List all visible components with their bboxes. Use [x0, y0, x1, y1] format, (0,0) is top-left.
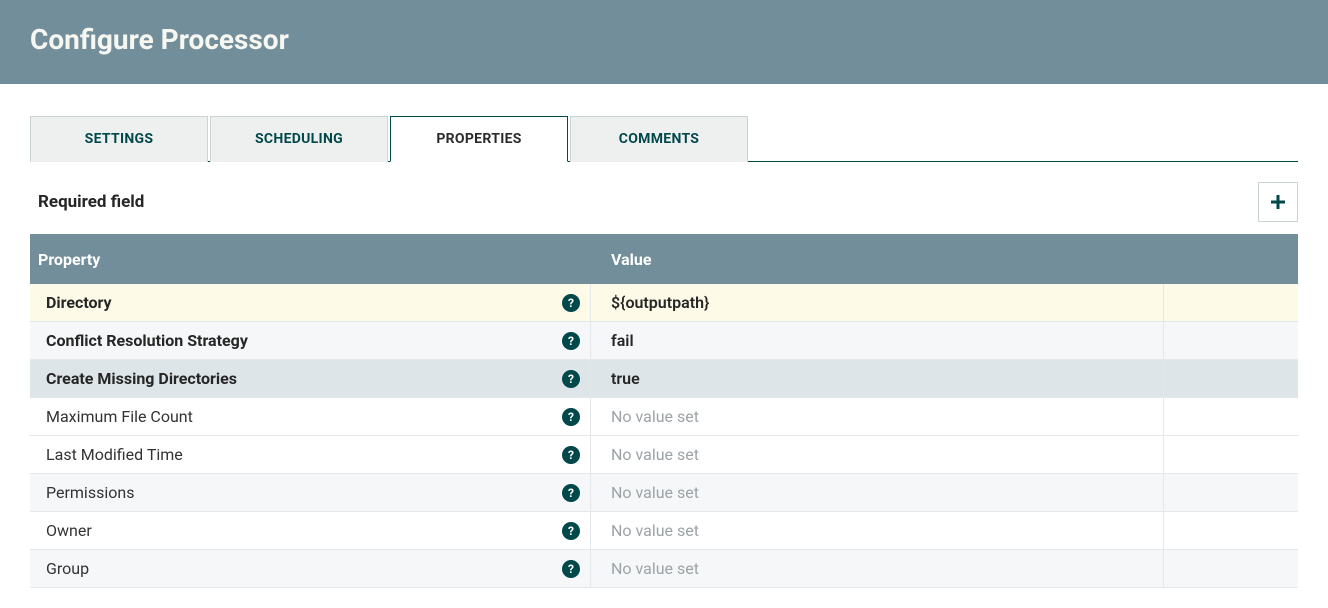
help-icon[interactable]: ? [562, 332, 580, 350]
property-name: Last Modified Time [46, 445, 183, 464]
property-name: Directory [46, 293, 112, 312]
dialog-header: Configure Processor [0, 0, 1328, 84]
action-cell [1163, 550, 1298, 587]
property-name: Conflict Resolution Strategy [46, 331, 248, 350]
section-header-row: Required field [30, 182, 1298, 222]
tab-scheduling[interactable]: SCHEDULING [210, 116, 388, 162]
property-name: Permissions [46, 483, 134, 502]
table-row[interactable]: Create Missing Directories?true [30, 360, 1298, 398]
help-icon[interactable]: ? [562, 560, 580, 578]
action-cell [1163, 512, 1298, 549]
help-icon[interactable]: ? [562, 484, 580, 502]
column-header-property: Property [30, 234, 590, 284]
table-row[interactable]: Owner?No value set [30, 512, 1298, 550]
dialog-title: Configure Processor [30, 23, 289, 56]
action-cell [1163, 360, 1298, 397]
value-cell[interactable]: fail [590, 322, 1163, 359]
property-cell: Conflict Resolution Strategy? [30, 322, 590, 359]
action-cell [1163, 474, 1298, 511]
column-header-value: Value [590, 234, 1163, 284]
help-icon[interactable]: ? [562, 294, 580, 312]
value-cell[interactable]: No value set [590, 436, 1163, 473]
dialog-content: SETTINGS SCHEDULING PROPERTIES COMMENTS … [0, 84, 1328, 588]
property-name: Maximum File Count [46, 407, 193, 426]
help-icon[interactable]: ? [562, 408, 580, 426]
help-icon[interactable]: ? [562, 370, 580, 388]
column-header-action [1163, 234, 1298, 284]
action-cell [1163, 322, 1298, 359]
property-cell: Permissions? [30, 474, 590, 511]
value-cell[interactable]: No value set [590, 398, 1163, 435]
tab-comments[interactable]: COMMENTS [570, 116, 748, 162]
help-icon[interactable]: ? [562, 522, 580, 540]
property-name: Owner [46, 521, 92, 540]
tab-settings[interactable]: SETTINGS [30, 116, 208, 162]
table-row[interactable]: Maximum File Count?No value set [30, 398, 1298, 436]
action-cell [1163, 284, 1298, 321]
table-row[interactable]: Permissions?No value set [30, 474, 1298, 512]
properties-table-header: Property Value [30, 234, 1298, 284]
table-row[interactable]: Group?No value set [30, 550, 1298, 588]
properties-table-body: Directory?${outputpath}Conflict Resoluti… [30, 284, 1298, 588]
property-cell: Maximum File Count? [30, 398, 590, 435]
value-cell[interactable]: ${outputpath} [590, 284, 1163, 321]
plus-icon [1270, 194, 1286, 210]
property-cell: Owner? [30, 512, 590, 549]
property-name: Create Missing Directories [46, 369, 237, 388]
add-property-button[interactable] [1258, 182, 1298, 222]
table-row[interactable]: Last Modified Time?No value set [30, 436, 1298, 474]
table-row[interactable]: Conflict Resolution Strategy?fail [30, 322, 1298, 360]
property-cell: Last Modified Time? [30, 436, 590, 473]
value-cell[interactable]: No value set [590, 512, 1163, 549]
action-cell [1163, 436, 1298, 473]
value-cell[interactable]: No value set [590, 474, 1163, 511]
required-field-label: Required field [30, 192, 144, 212]
tab-bar: SETTINGS SCHEDULING PROPERTIES COMMENTS [30, 116, 1298, 162]
property-cell: Create Missing Directories? [30, 360, 590, 397]
action-cell [1163, 398, 1298, 435]
property-cell: Directory? [30, 284, 590, 321]
tab-properties[interactable]: PROPERTIES [390, 116, 568, 162]
table-row[interactable]: Directory?${outputpath} [30, 284, 1298, 322]
value-cell[interactable]: true [590, 360, 1163, 397]
value-cell[interactable]: No value set [590, 550, 1163, 587]
help-icon[interactable]: ? [562, 446, 580, 464]
property-cell: Group? [30, 550, 590, 587]
property-name: Group [46, 559, 89, 578]
